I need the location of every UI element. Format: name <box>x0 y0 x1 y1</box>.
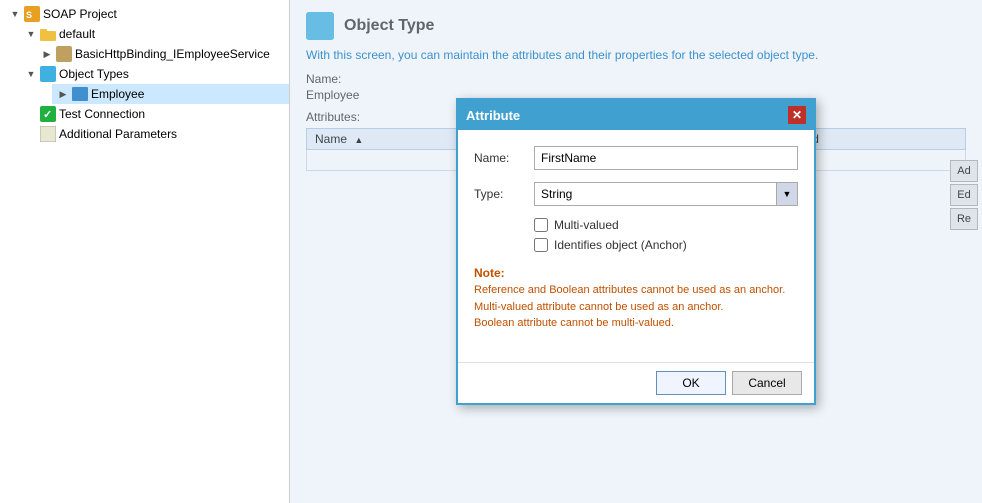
dialog-cancel-button[interactable]: Cancel <box>732 371 802 395</box>
sidebar-item-employee[interactable]: ▶ Employee <box>52 84 289 104</box>
multivalued-row: Multi-valued <box>534 218 798 232</box>
addparams-icon <box>40 126 56 142</box>
employee-icon <box>72 86 88 102</box>
soap-icon: S <box>24 6 40 22</box>
object-types-icon <box>40 66 56 82</box>
sidebar-item-test-connection[interactable]: ▶ ✓ Test Connection <box>20 104 289 124</box>
sidebar-item-soap-project[interactable]: ▼ S SOAP Project <box>4 4 289 24</box>
object-types-label: Object Types <box>59 67 129 81</box>
attribute-dialog: Attribute ✕ Name: Type: String Integer <box>456 98 816 405</box>
note-line-0: Reference and Boolean attributes cannot … <box>474 282 798 299</box>
employee-label: Employee <box>91 87 144 101</box>
additional-params-label: Additional Parameters <box>59 127 177 141</box>
dialog-close-button[interactable]: ✕ <box>788 106 806 124</box>
testconn-icon: ✓ <box>40 106 56 122</box>
dialog-ok-button[interactable]: OK <box>656 371 726 395</box>
sidebar: ▼ S SOAP Project ▼ default ▶ BasicHttpBi… <box>0 0 290 503</box>
sidebar-item-additional-params[interactable]: ▶ Additional Parameters <box>20 124 289 144</box>
svg-text:✓: ✓ <box>43 109 52 121</box>
main-content: Object Type With this screen, you can ma… <box>290 0 982 503</box>
anchor-row: Identifies object (Anchor) <box>534 238 798 252</box>
svg-text:S: S <box>26 10 32 20</box>
dialog-name-input[interactable] <box>534 146 798 170</box>
modal-overlay: Attribute ✕ Name: Type: String Integer <box>290 0 982 503</box>
basichttp-label: BasicHttpBinding_IEmployeeService <box>75 47 270 61</box>
dialog-type-row: Type: String Integer Boolean Binary Refe… <box>474 182 798 206</box>
soap-project-label: SOAP Project <box>43 7 117 21</box>
note-line-1: Multi-valued attribute cannot be used as… <box>474 299 798 316</box>
sidebar-item-basichttp[interactable]: ▶ BasicHttpBinding_IEmployeeService <box>36 44 289 64</box>
sidebar-item-default[interactable]: ▼ default <box>20 24 289 44</box>
expand-arrow-soap: ▼ <box>8 7 22 21</box>
dialog-title-bar: Attribute ✕ <box>458 100 814 130</box>
note-section: Note: Reference and Boolean attributes c… <box>474 266 798 332</box>
expand-arrow-basichttp: ▶ <box>40 47 54 61</box>
checkboxes-section: Multi-valued Identifies object (Anchor) <box>534 218 798 252</box>
multivalued-label: Multi-valued <box>554 218 619 232</box>
note-label: Note: <box>474 266 798 280</box>
dialog-body: Name: Type: String Integer Boolean Binar… <box>458 130 814 362</box>
multivalued-checkbox[interactable] <box>534 218 548 232</box>
anchor-checkbox[interactable] <box>534 238 548 252</box>
anchor-label: Identifies object (Anchor) <box>554 238 687 252</box>
test-connection-label: Test Connection <box>59 107 145 121</box>
note-line-2: Boolean attribute cannot be multi-valued… <box>474 315 798 332</box>
dialog-type-label: Type: <box>474 187 534 201</box>
service-icon <box>56 46 72 62</box>
dialog-type-wrapper: String Integer Boolean Binary Reference … <box>534 182 798 206</box>
dialog-type-select[interactable]: String Integer Boolean Binary Reference <box>534 182 798 206</box>
dialog-title: Attribute <box>466 108 520 123</box>
expand-arrow-employee: ▶ <box>56 87 70 101</box>
dialog-footer: OK Cancel <box>458 362 814 403</box>
folder-icon <box>40 26 56 42</box>
expand-arrow-object-types: ▼ <box>24 67 38 81</box>
dialog-name-row: Name: <box>474 146 798 170</box>
expand-arrow-default: ▼ <box>24 27 38 41</box>
default-label: default <box>59 27 95 41</box>
sidebar-item-object-types[interactable]: ▼ Object Types <box>20 64 289 84</box>
dialog-name-label: Name: <box>474 151 534 165</box>
